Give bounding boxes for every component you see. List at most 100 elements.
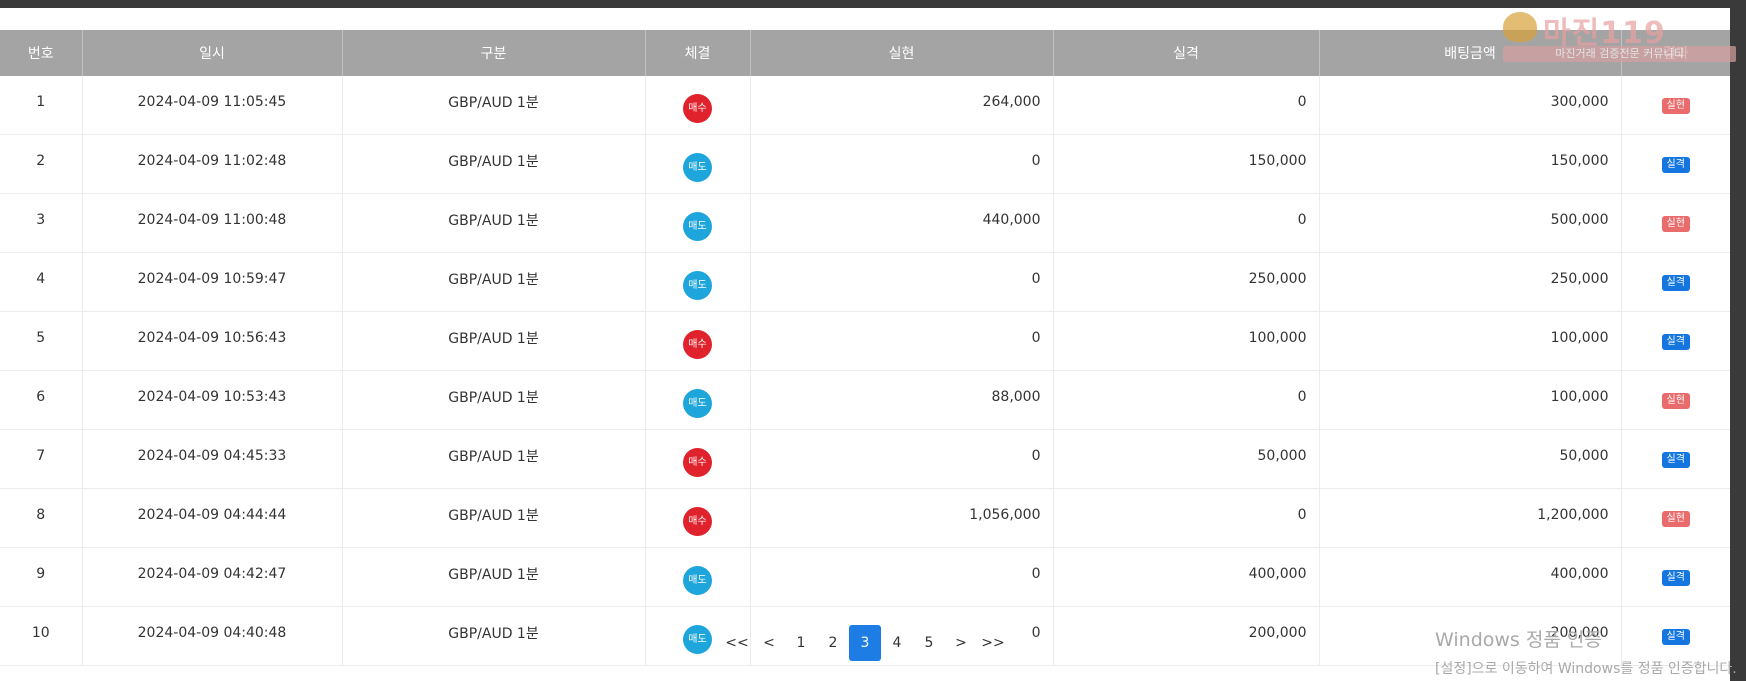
cell-execution: 매도	[645, 370, 751, 430]
cell-no: 8	[0, 488, 83, 548]
cell-lost: 150,000	[1053, 134, 1320, 194]
window-top-bar	[0, 0, 1746, 8]
result-badge: 실현	[1661, 216, 1690, 232]
cell-category: GBP/AUD 1분	[342, 488, 646, 548]
cell-realized: 0	[750, 134, 1054, 194]
cell-datetime: 2024-04-09 04:42:47	[82, 547, 343, 607]
cell-execution: 매도	[645, 134, 751, 194]
cell-realized: 1,056,000	[750, 488, 1054, 548]
buy-side-badge: 매수	[683, 506, 712, 536]
cell-lost: 0	[1053, 370, 1320, 430]
page-1-button[interactable]: 1	[785, 625, 817, 661]
result-badge: 실격	[1661, 452, 1690, 468]
cell-lost: 0	[1053, 76, 1320, 135]
page-last-button[interactable]: >>	[977, 625, 1009, 661]
table-row: 5 2024-04-09 10:56:43 GBP/AUD 1분 매수 0 100,000…	[0, 311, 1730, 371]
cell-execution: 매수	[645, 429, 751, 489]
cell-lost: 250,000	[1053, 252, 1320, 312]
sell-side-badge: 매도	[683, 270, 712, 300]
cell-realized: 0	[750, 252, 1054, 312]
result-badge: 실현	[1661, 393, 1690, 409]
table-row: 7 2024-04-09 04:45:33 GBP/AUD 1분 매수 0 50,000 5…	[0, 429, 1730, 489]
header-bet-amount[interactable]: 배팅금액	[1319, 30, 1622, 76]
table-row: 1 2024-04-09 11:05:45 GBP/AUD 1분 매수 264,000 0…	[0, 76, 1730, 135]
cell-no: 1	[0, 76, 83, 135]
header-datetime[interactable]: 일시	[82, 30, 343, 76]
cell-result: 실현	[1621, 370, 1730, 430]
page-first-button[interactable]: <<	[721, 625, 753, 661]
buy-side-badge: 매수	[683, 329, 712, 359]
cell-category: GBP/AUD 1분	[342, 370, 646, 430]
cell-no: 3	[0, 193, 83, 253]
cell-category: GBP/AUD 1분	[342, 311, 646, 371]
header-realized[interactable]: 실현	[750, 30, 1054, 76]
cell-no: 2	[0, 134, 83, 194]
cell-category: GBP/AUD 1분	[342, 547, 646, 607]
cell-bet-amount: 250,000	[1319, 252, 1622, 312]
cell-bet-amount: 1,200,000	[1319, 488, 1622, 548]
cell-no: 4	[0, 252, 83, 312]
cell-bet-amount: 50,000	[1319, 429, 1622, 489]
window-right-edge	[1730, 0, 1746, 681]
cell-execution: 매도	[645, 193, 751, 253]
page-3-button-current[interactable]: 3	[849, 625, 881, 661]
cell-realized: 0	[750, 429, 1054, 489]
header-category[interactable]: 구분	[342, 30, 646, 76]
result-badge: 실격	[1661, 570, 1690, 586]
result-badge: 실격	[1661, 157, 1690, 173]
cell-realized: 88,000	[750, 370, 1054, 430]
cell-lost: 0	[1053, 193, 1320, 253]
page-5-button[interactable]: 5	[913, 625, 945, 661]
cell-realized: 264,000	[750, 76, 1054, 135]
cell-result: 실격	[1621, 311, 1730, 371]
sell-side-badge: 매도	[683, 152, 712, 182]
cell-lost: 50,000	[1053, 429, 1320, 489]
cell-datetime: 2024-04-09 11:05:45	[82, 76, 343, 135]
cell-datetime: 2024-04-09 04:45:33	[82, 429, 343, 489]
cell-execution: 매도	[645, 252, 751, 312]
sell-side-badge: 매도	[683, 565, 712, 595]
cell-bet-amount: 500,000	[1319, 193, 1622, 253]
trade-history-table: 번호 일시 구분 체결 실현 실격 배팅금액 결과 1 2024-04-09 11…	[0, 30, 1730, 666]
page-4-button[interactable]: 4	[881, 625, 913, 661]
cell-realized: 0	[750, 547, 1054, 607]
page-content: 번호 일시 구분 체결 실현 실격 배팅금액 결과 1 2024-04-09 11…	[0, 8, 1730, 681]
cell-datetime: 2024-04-09 11:00:48	[82, 193, 343, 253]
page-next-button[interactable]: >	[945, 625, 977, 661]
cell-result: 실현	[1621, 193, 1730, 253]
cell-no: 6	[0, 370, 83, 430]
header-result[interactable]: 결과	[1621, 30, 1730, 76]
cell-result: 실격	[1621, 429, 1730, 489]
cell-datetime: 2024-04-09 10:56:43	[82, 311, 343, 371]
table-row: 2 2024-04-09 11:02:48 GBP/AUD 1분 매도 0 150,000…	[0, 134, 1730, 194]
cell-execution: 매수	[645, 311, 751, 371]
cell-lost: 0	[1053, 488, 1320, 548]
cell-datetime: 2024-04-09 11:02:48	[82, 134, 343, 194]
header-no[interactable]: 번호	[0, 30, 83, 76]
cell-bet-amount: 300,000	[1319, 76, 1622, 135]
header-execution[interactable]: 체결	[645, 30, 751, 76]
cell-datetime: 2024-04-09 10:59:47	[82, 252, 343, 312]
cell-category: GBP/AUD 1분	[342, 429, 646, 489]
result-badge: 실현	[1661, 511, 1690, 527]
table-row: 4 2024-04-09 10:59:47 GBP/AUD 1분 매도 0 250,000…	[0, 252, 1730, 312]
cell-execution: 매도	[645, 547, 751, 607]
header-lost[interactable]: 실격	[1053, 30, 1320, 76]
cell-no: 5	[0, 311, 83, 371]
cell-bet-amount: 150,000	[1319, 134, 1622, 194]
sell-side-badge: 매도	[683, 388, 712, 418]
cell-realized: 440,000	[750, 193, 1054, 253]
buy-side-badge: 매수	[683, 447, 712, 477]
table-header-row: 번호 일시 구분 체결 실현 실격 배팅금액 결과	[0, 30, 1730, 76]
table-row: 3 2024-04-09 11:00:48 GBP/AUD 1분 매도 440,000 0…	[0, 193, 1730, 253]
pagination: << < 1 2 3 4 5 > >>	[0, 625, 1730, 661]
page-2-button[interactable]: 2	[817, 625, 849, 661]
cell-datetime: 2024-04-09 10:53:43	[82, 370, 343, 430]
cell-result: 실격	[1621, 547, 1730, 607]
page-prev-button[interactable]: <	[753, 625, 785, 661]
cell-bet-amount: 400,000	[1319, 547, 1622, 607]
cell-execution: 매수	[645, 76, 751, 135]
cell-result: 실격	[1621, 252, 1730, 312]
cell-result: 실현	[1621, 488, 1730, 548]
cell-category: GBP/AUD 1분	[342, 134, 646, 194]
